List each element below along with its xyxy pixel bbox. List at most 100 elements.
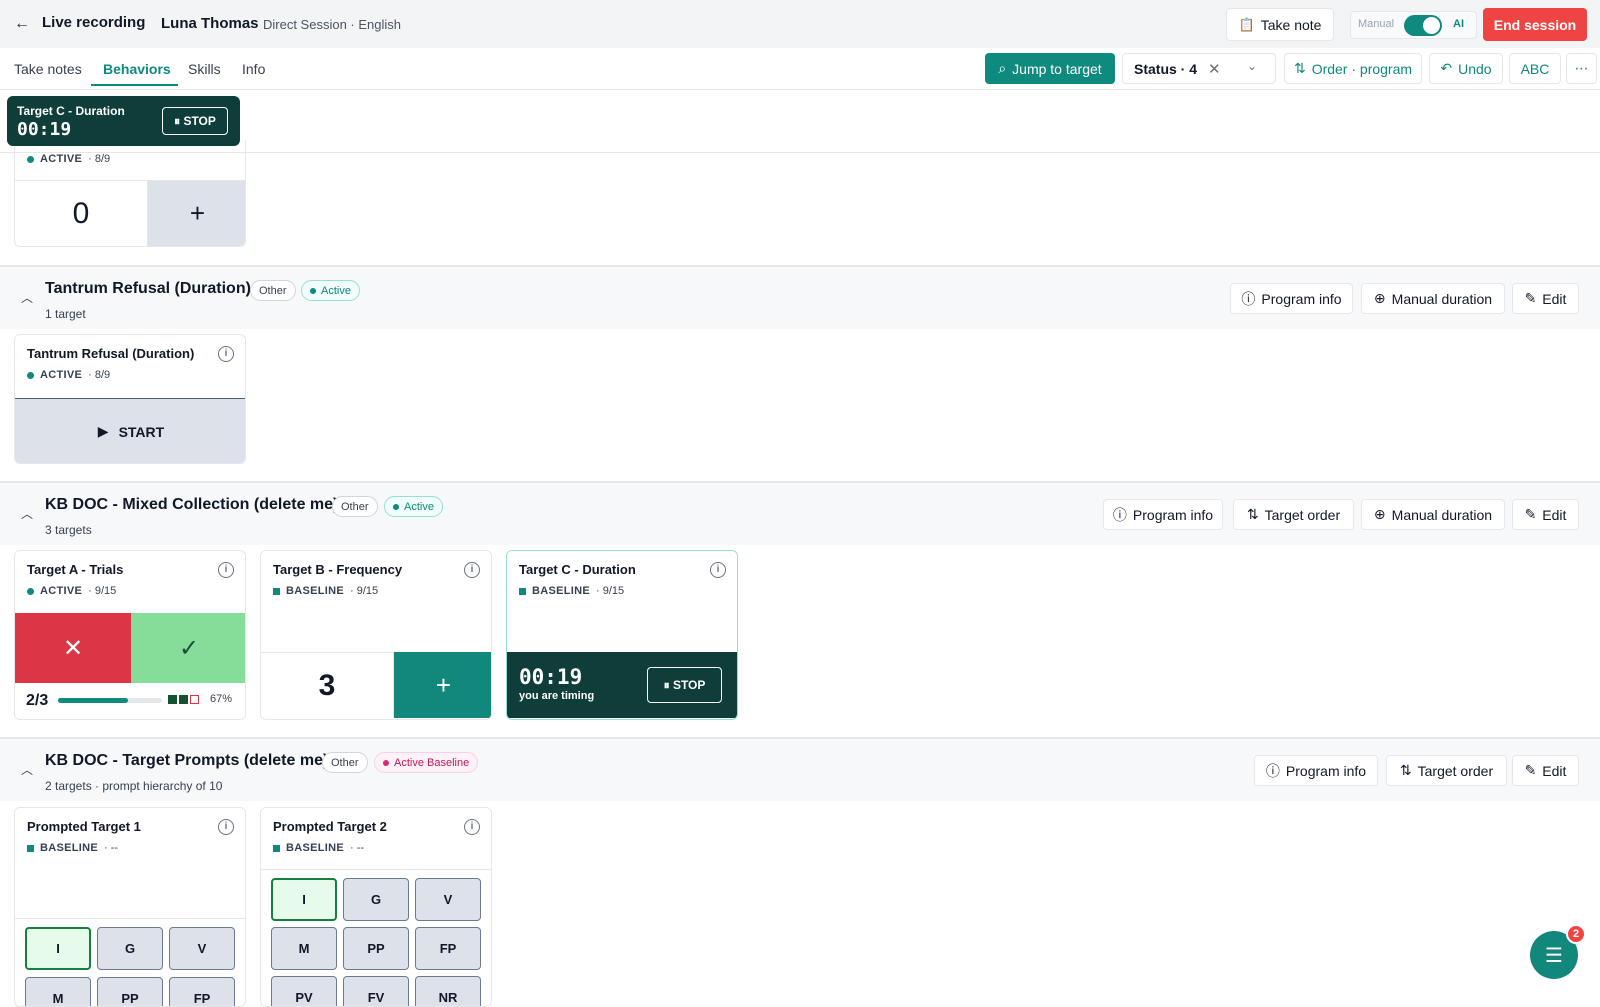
take-note-button[interactable]: 📋 Take note (1226, 8, 1334, 41)
program-info-button[interactable]: ⓘ Program info (1254, 755, 1378, 786)
order-label: Order · program (1311, 60, 1413, 77)
prompt-button[interactable]: FP (415, 927, 481, 970)
chevron-down-icon[interactable]: ⌄ (1247, 59, 1257, 73)
status-dot (393, 503, 399, 510)
target-order-button[interactable]: ⇅ Target order (1233, 499, 1354, 530)
status-dot (27, 371, 34, 379)
stop-timer-button[interactable]: ⏸ STOP (647, 667, 722, 703)
session-count: · 9/15 (88, 585, 117, 597)
end-session-button[interactable]: End session (1483, 8, 1587, 41)
prompt-button[interactable]: M (271, 927, 337, 970)
session-count: · -- (350, 842, 365, 854)
trial-progress-fill (58, 698, 128, 703)
status-badge-text: Active Baseline (394, 756, 470, 769)
program-info-button[interactable]: ⓘ Program info (1230, 283, 1353, 314)
tab-behaviors[interactable]: Behaviors (103, 61, 171, 77)
chevron-up-icon[interactable]: ︿ (21, 505, 33, 522)
floating-stop-button[interactable]: ⏸ STOP (162, 107, 228, 135)
info-icon[interactable]: i (218, 819, 234, 835)
status-filter-select[interactable]: Status · 4 ✕ ⌄ (1122, 53, 1276, 84)
more-options-icon[interactable]: ⋯ (1566, 53, 1597, 84)
program-title: KB DOC - Target Prompts (delete me) (45, 752, 329, 769)
mode-switch[interactable] (1404, 15, 1442, 36)
target-card-frequency: Target B - Frequency i BASELINE · 9/15 3… (260, 550, 492, 720)
edit-button[interactable]: ✎ Edit (1512, 499, 1579, 530)
prompt-button[interactable]: V (169, 927, 235, 970)
prompt-button[interactable]: V (415, 878, 481, 921)
info-icon[interactable]: i (464, 562, 480, 578)
target-order-button[interactable]: ⇅ Target order (1386, 755, 1507, 786)
clear-filter-icon[interactable]: ✕ (1208, 60, 1221, 78)
prompt-button[interactable]: M (25, 977, 91, 1006)
program-info-button[interactable]: ⓘ Program info (1103, 499, 1223, 530)
prompt-button[interactable]: I (271, 878, 337, 921)
info-icon[interactable]: i (710, 562, 726, 578)
notification-badge: 2 (1566, 924, 1586, 944)
increment-button[interactable]: + (394, 652, 491, 718)
program-info-label: Program info (1132, 506, 1214, 523)
status-badge-text: Active (321, 284, 351, 297)
info-icon[interactable]: i (218, 346, 234, 362)
target-card-prompted-1: Prompted Target 1 i BASELINE · -- I G V … (14, 807, 246, 1007)
play-icon: ▶ (97, 423, 109, 439)
chevron-up-icon[interactable]: ︿ (21, 289, 33, 306)
target-title: Target A - Trials (27, 562, 124, 577)
search-icon: ⌕ (998, 60, 1007, 76)
target-card-trials: Target A - Trials i ACTIVE · 9/15 ✕ ✓ 2/… (14, 550, 246, 720)
info-icon[interactable]: i (464, 819, 480, 835)
tab-take-notes[interactable]: Take notes (14, 61, 82, 77)
pencil-icon: ✎ (1524, 506, 1537, 522)
info-icon: ⓘ (1265, 762, 1280, 779)
target-card-prompted-2: Prompted Target 2 i BASELINE · -- I G V … (260, 807, 492, 1007)
edit-button[interactable]: ✎ Edit (1512, 755, 1579, 786)
info-icon: ⓘ (1241, 290, 1256, 307)
info-icon[interactable]: i (218, 562, 234, 578)
check-icon: ✓ (178, 634, 200, 662)
tab-info[interactable]: Info (242, 61, 265, 77)
note-icon: 📋 (1238, 16, 1255, 32)
chevron-up-icon[interactable]: ︿ (21, 761, 33, 778)
jump-to-target-button[interactable]: ⌕ Jump to target (985, 53, 1115, 84)
edit-button[interactable]: ✎ Edit (1512, 283, 1579, 314)
back-arrow-icon[interactable]: ← (14, 14, 34, 34)
frequency-count: 0 (15, 180, 148, 246)
plus-circle-icon: ⊕ (1373, 506, 1386, 522)
session-count: · -- (104, 842, 119, 854)
status-text: BASELINE (40, 842, 99, 854)
active-tab-indicator (91, 84, 178, 86)
tab-skills[interactable]: Skills (188, 61, 221, 77)
manual-duration-button[interactable]: ⊕ Manual duration (1361, 283, 1505, 314)
pencil-icon: ✎ (1524, 762, 1537, 778)
prompt-button[interactable]: PV (271, 976, 337, 1006)
edit-label: Edit (1542, 290, 1567, 307)
floating-timer-time: 00:19 (17, 119, 72, 140)
prompt-button[interactable]: PP (343, 927, 409, 970)
prompt-button[interactable]: FP (169, 977, 235, 1006)
prompt-button[interactable]: FV (343, 976, 409, 1006)
ai-mode-toggle[interactable]: Manual AI (1350, 11, 1477, 39)
abc-button[interactable]: ABC (1509, 53, 1561, 84)
manual-duration-button[interactable]: ⊕ Manual duration (1361, 499, 1505, 530)
prompt-button[interactable]: I (25, 927, 91, 970)
correct-button[interactable]: ✓ (131, 613, 245, 683)
undo-button[interactable]: ↶ Undo (1429, 53, 1503, 84)
prompt-button[interactable]: PP (97, 977, 163, 1006)
status-dot (310, 287, 316, 294)
stop-label: STOP (183, 113, 216, 128)
undo-label: Undo (1458, 60, 1492, 77)
prompt-button[interactable]: G (343, 878, 409, 921)
increment-button[interactable]: + (148, 180, 245, 246)
target-order-label: Target order (1264, 506, 1341, 523)
start-timer-button[interactable]: ▶ START (15, 398, 245, 463)
tab-row-divider (0, 89, 1600, 90)
status-square (273, 844, 280, 852)
target-card-duration: Target C - Duration i BASELINE · 9/15 00… (506, 550, 738, 720)
prompt-button[interactable]: NR (415, 976, 481, 1006)
prompt-grid: I G V M PP FP (15, 918, 245, 1006)
stop-label: STOP (672, 677, 706, 692)
order-button[interactable]: ⇅ Order · program (1284, 53, 1422, 84)
target-status: BASELINE · -- (27, 842, 118, 854)
incorrect-button[interactable]: ✕ (15, 613, 131, 683)
status-text: BASELINE (532, 585, 591, 597)
prompt-button[interactable]: G (97, 927, 163, 970)
